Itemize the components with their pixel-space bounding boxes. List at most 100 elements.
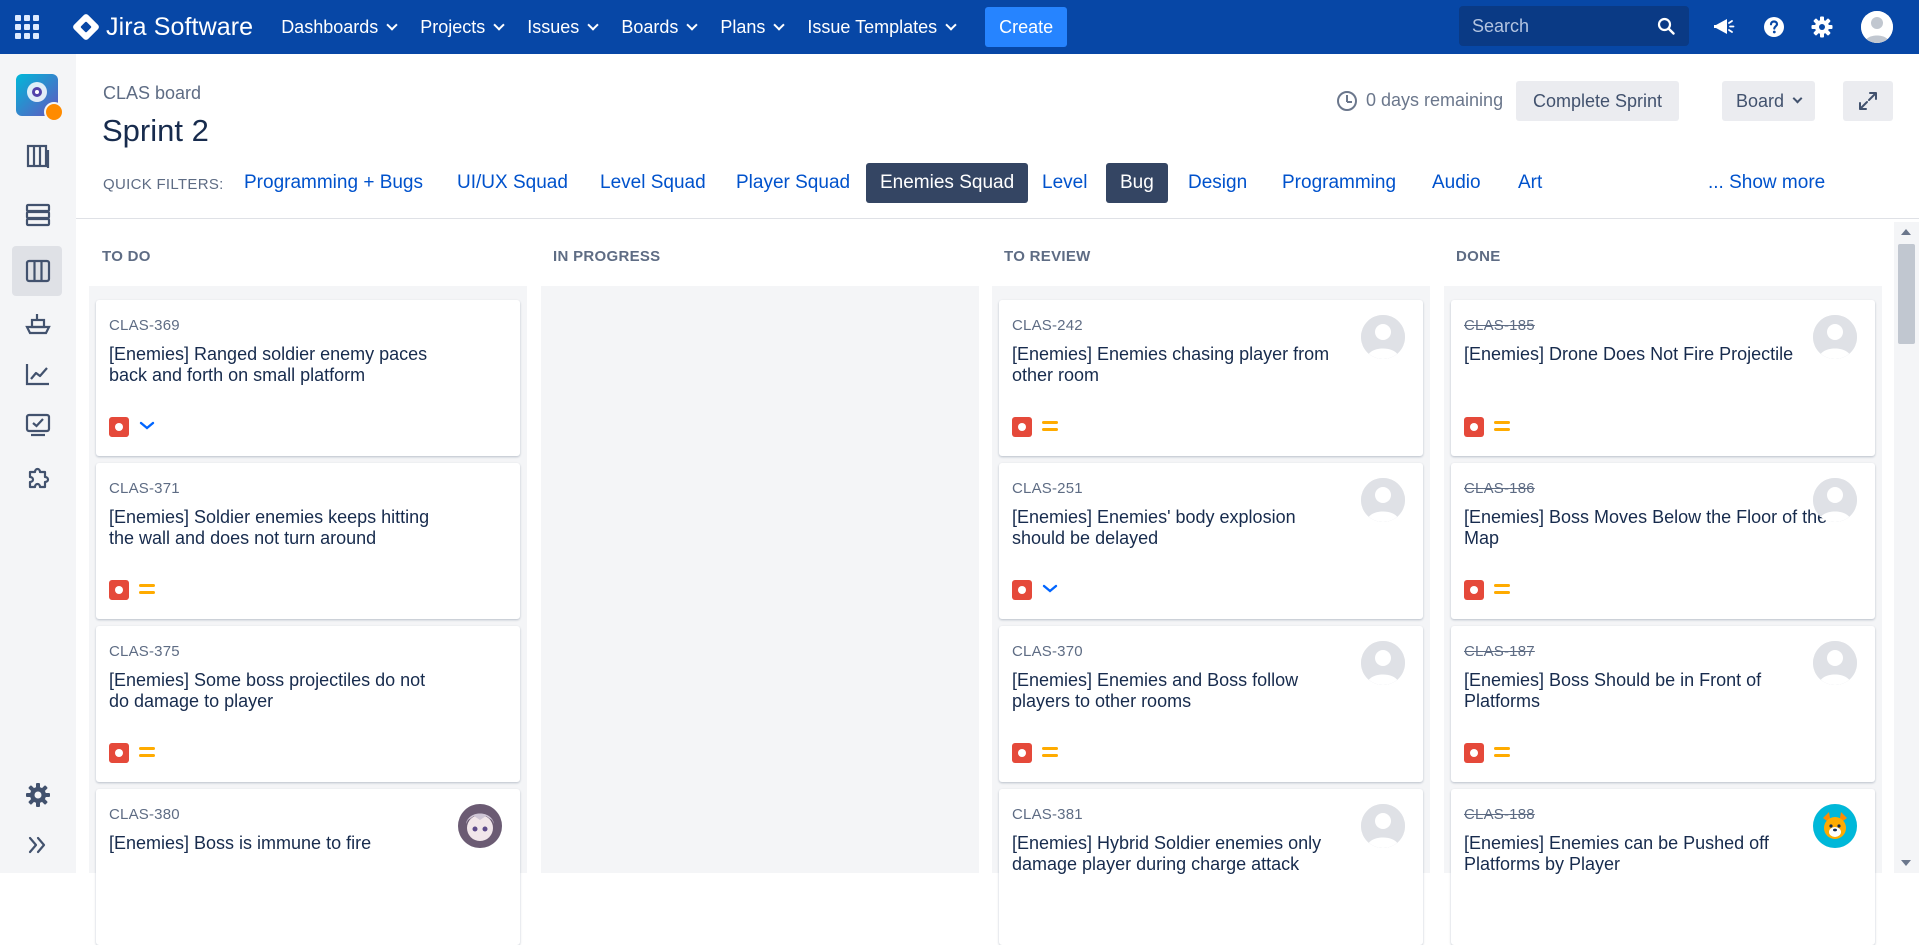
- filter-ui-ux-squad[interactable]: UI/UX Squad: [443, 163, 582, 203]
- issue-card[interactable]: CLAS-251 [Enemies] Enemies' body explosi…: [999, 463, 1423, 619]
- project-sidebar: [0, 54, 76, 873]
- filter-art[interactable]: Art: [1504, 163, 1556, 203]
- add-ons-icon[interactable]: [24, 464, 52, 492]
- issue-key[interactable]: CLAS-186: [1464, 480, 1535, 497]
- issue-summary: [Enemies] Enemies and Boss follow player…: [1012, 670, 1299, 711]
- app-switcher-button[interactable]: [0, 0, 54, 54]
- filter-audio[interactable]: Audio: [1418, 163, 1495, 203]
- clock-icon: [1337, 90, 1357, 111]
- issue-summary: [Enemies] Ranged soldier enemy paces bac…: [109, 344, 428, 385]
- filter-programming-bugs[interactable]: Programming + Bugs: [230, 163, 437, 203]
- nav-projects[interactable]: Projects: [408, 0, 515, 54]
- nav-issue-templates[interactable]: Issue Templates: [795, 0, 967, 54]
- issue-card[interactable]: CLAS-380 [Enemies] Boss is immune to fir…: [96, 789, 520, 945]
- search-icon[interactable]: [1657, 17, 1675, 35]
- filter-level-squad[interactable]: Level Squad: [586, 163, 720, 203]
- chevron-down-icon: [1792, 93, 1803, 104]
- issue-key[interactable]: CLAS-371: [109, 480, 180, 497]
- assignee-avatar[interactable]: [1361, 315, 1405, 359]
- settings-icon[interactable]: [24, 781, 52, 809]
- assignee-avatar[interactable]: [1813, 315, 1857, 359]
- issue-card[interactable]: CLAS-375 [Enemies] Some boss projectiles…: [96, 626, 520, 782]
- chevron-down-icon: [587, 18, 599, 31]
- issue-card[interactable]: CLAS-242 [Enemies] Enemies chasing playe…: [999, 300, 1423, 456]
- reports-icon[interactable]: [24, 360, 52, 388]
- priority-medium-icon: [1042, 745, 1058, 759]
- issue-key[interactable]: CLAS-185: [1464, 317, 1535, 334]
- issue-key[interactable]: CLAS-381: [1012, 806, 1083, 823]
- assignee-avatar[interactable]: [458, 804, 502, 848]
- column-title-in-progress: IN PROGRESS: [553, 248, 661, 265]
- priority-medium-icon: [139, 745, 155, 759]
- issue-card[interactable]: CLAS-187 [Enemies] Boss Should be in Fro…: [1451, 626, 1875, 782]
- nav-boards[interactable]: Boards: [609, 0, 708, 54]
- assignee-avatar[interactable]: [1361, 804, 1405, 848]
- default-user-icon: [1813, 641, 1857, 685]
- roadmap-icon[interactable]: [24, 201, 52, 229]
- days-remaining-text: 0 days remaining: [1366, 90, 1504, 110]
- releases-icon[interactable]: [24, 309, 52, 337]
- issue-card[interactable]: CLAS-369 [Enemies] Ranged soldier enemy …: [96, 300, 520, 456]
- nav-issue-templates-label: Issue Templates: [807, 16, 938, 37]
- filter-enemies-squad[interactable]: Enemies Squad: [866, 163, 1029, 203]
- show-more-filters-link[interactable]: ... Show more: [1708, 172, 1825, 194]
- filter-programming[interactable]: Programming: [1268, 163, 1410, 203]
- scroll-up-arrow-icon[interactable]: [1901, 229, 1911, 235]
- settings-icon[interactable]: [1810, 15, 1834, 39]
- top-navigation: Jira Software Dashboards Projects Issues…: [0, 0, 1919, 54]
- issue-card[interactable]: CLAS-188 [Enemies] Enemies can be Pushed…: [1451, 789, 1875, 945]
- assignee-avatar[interactable]: [1813, 478, 1857, 522]
- filter-bug[interactable]: Bug: [1106, 163, 1168, 203]
- scroll-down-arrow-icon[interactable]: [1901, 860, 1911, 866]
- issue-card[interactable]: CLAS-381 [Enemies] Hybrid Soldier enemie…: [999, 789, 1423, 945]
- nav-dashboards[interactable]: Dashboards: [269, 0, 408, 54]
- issue-key[interactable]: CLAS-370: [1012, 643, 1083, 660]
- issue-key[interactable]: CLAS-369: [109, 317, 180, 334]
- issue-card[interactable]: CLAS-371 [Enemies] Soldier enemies keeps…: [96, 463, 520, 619]
- jira-logo[interactable]: Jira Software: [54, 0, 269, 54]
- bug-icon: [1464, 743, 1484, 763]
- issue-key[interactable]: CLAS-380: [109, 806, 180, 823]
- backlog-icon[interactable]: [24, 142, 52, 170]
- profile-avatar[interactable]: [1861, 11, 1893, 43]
- issue-key[interactable]: CLAS-188: [1464, 806, 1535, 823]
- help-icon[interactable]: [1762, 15, 1786, 39]
- nav-plans[interactable]: Plans: [708, 0, 795, 54]
- issue-key[interactable]: CLAS-375: [109, 643, 180, 660]
- board-icon[interactable]: [24, 257, 52, 285]
- issue-key[interactable]: CLAS-251: [1012, 480, 1083, 497]
- nav-plans-label: Plans: [720, 16, 766, 37]
- issue-card[interactable]: CLAS-185 [Enemies] Drone Does Not Fire P…: [1451, 300, 1875, 456]
- project-avatar[interactable]: [16, 74, 64, 122]
- expand-sidebar-icon[interactable]: [24, 831, 52, 859]
- issue-key[interactable]: CLAS-242: [1012, 317, 1083, 334]
- complete-sprint-button[interactable]: Complete Sprint: [1516, 81, 1679, 121]
- nav-issues[interactable]: Issues: [515, 0, 609, 54]
- notifications-icon[interactable]: [1712, 15, 1736, 39]
- board-scrollbar[interactable]: [1894, 222, 1919, 873]
- scrollbar-thumb[interactable]: [1898, 244, 1915, 344]
- filter-player-squad[interactable]: Player Squad: [722, 163, 864, 203]
- issue-key[interactable]: CLAS-187: [1464, 643, 1535, 660]
- assignee-avatar[interactable]: [1361, 641, 1405, 685]
- board-menu-label: Board: [1735, 90, 1785, 111]
- filter-design[interactable]: Design: [1174, 163, 1261, 203]
- priority-medium-icon: [139, 582, 155, 596]
- fullscreen-button[interactable]: [1843, 81, 1893, 121]
- issue-card[interactable]: CLAS-370 [Enemies] Enemies and Boss foll…: [999, 626, 1423, 782]
- issue-card[interactable]: CLAS-186 [Enemies] Boss Moves Below the …: [1451, 463, 1875, 619]
- nav-projects-label: Projects: [420, 16, 486, 37]
- board-menu-button[interactable]: Board: [1722, 81, 1815, 121]
- bug-icon: [109, 580, 129, 600]
- issues-icon[interactable]: [24, 411, 52, 439]
- search-box[interactable]: [1459, 6, 1689, 46]
- chevron-down-icon: [686, 18, 699, 31]
- default-user-icon: [1361, 804, 1405, 848]
- assignee-avatar[interactable]: [1813, 804, 1857, 848]
- create-button[interactable]: Create: [985, 7, 1068, 47]
- search-input[interactable]: [1472, 15, 1642, 37]
- assignee-avatar[interactable]: [1361, 478, 1405, 522]
- assignee-avatar[interactable]: [1813, 641, 1857, 685]
- breadcrumb[interactable]: CLAS board: [103, 83, 201, 104]
- filter-level[interactable]: Level: [1028, 163, 1101, 203]
